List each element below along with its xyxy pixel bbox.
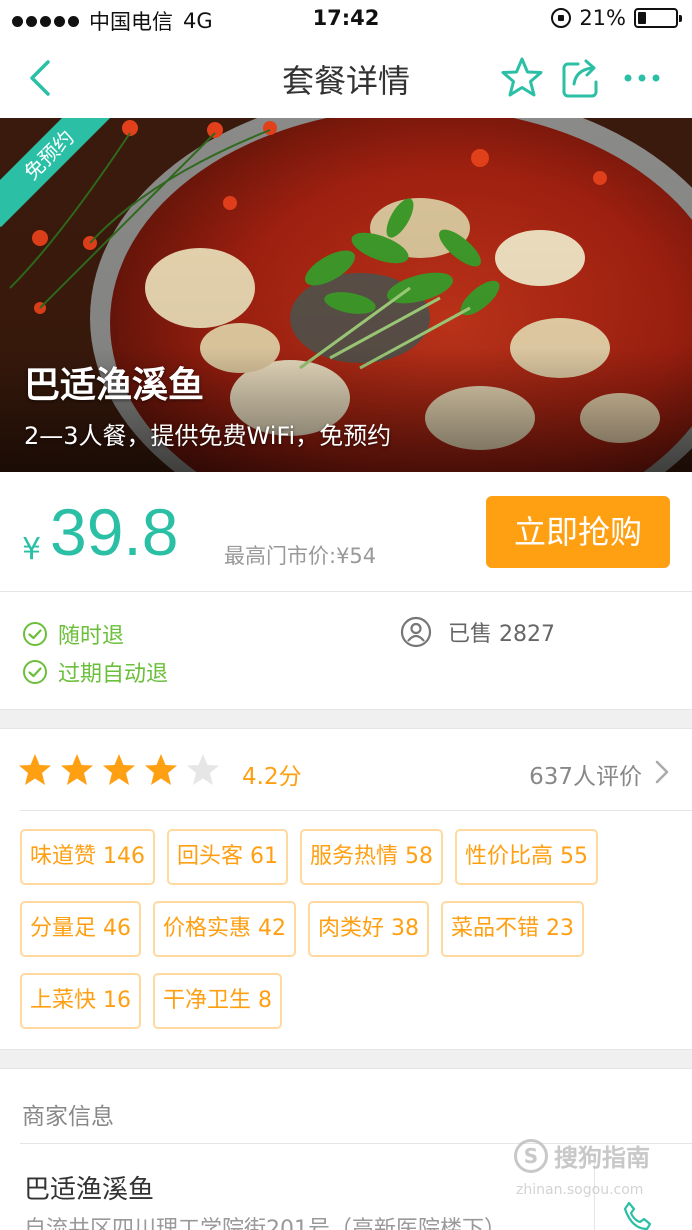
watermark-url: zhinan.sogou.com	[516, 1182, 644, 1198]
guarantee-auto-refund: 过期自动退	[22, 656, 168, 688]
chevron-right-icon[interactable]	[652, 759, 672, 785]
star-filled-icon	[145, 754, 177, 785]
review-tag[interactable]: 服务热情 58	[300, 829, 443, 885]
orientation-lock-icon	[551, 8, 572, 28]
sold-label: 已售 2827	[448, 622, 555, 647]
battery-percent: 21%	[579, 6, 626, 30]
review-count-link[interactable]: 637人评价	[529, 757, 642, 791]
star-filled-icon	[61, 754, 93, 785]
review-tag[interactable]: 性价比高 55	[455, 829, 598, 885]
status-right: 21%	[551, 6, 682, 30]
original-price: 最高门市价:¥54	[224, 544, 377, 568]
battery-icon	[634, 8, 682, 28]
review-tags: 味道赞 146 回头客 61 服务热情 58 性价比高 55 分量足 46 价格实惠 42…	[20, 829, 680, 1029]
star-filled-icon	[19, 754, 51, 785]
deal-title: 巴适渔溪鱼	[24, 365, 205, 406]
merchant-heading: 商家信息	[22, 1104, 114, 1130]
review-tag[interactable]: 上菜快 16	[20, 973, 141, 1029]
rating-score: 4.2分	[242, 764, 302, 790]
price-row: ¥ 39.8 最高门市价:¥54 立即抢购	[0, 472, 692, 592]
merchant-name[interactable]: 巴适渔溪鱼	[24, 1169, 154, 1206]
nav-bar: 套餐详情	[0, 38, 692, 118]
star-empty-icon	[187, 754, 219, 785]
guarantee-section: 随时退 过期自动退 已售 2827	[0, 592, 692, 710]
check-circle-icon	[23, 660, 47, 684]
sold-count: 已售 2827	[400, 616, 555, 648]
guarantee-label: 过期自动退	[58, 662, 169, 687]
deal-price: 39.8	[50, 495, 179, 569]
more-options-icon[interactable]	[620, 56, 664, 100]
rating-section: 4.2分 637人评价 味道赞 146 回头客 61 服务热情 58 性价比高 55 分…	[0, 728, 692, 1050]
buy-now-button[interactable]: 立即抢购	[486, 496, 670, 568]
merchant-address[interactable]: 自流井区四川理工学院街201号（高新医院楼下）	[24, 1211, 506, 1230]
divider	[20, 810, 692, 811]
share-icon[interactable]	[560, 56, 604, 100]
section-gap	[0, 710, 692, 728]
favorite-star-icon[interactable]	[500, 56, 544, 100]
guarantee-label: 随时退	[58, 624, 125, 649]
rating-stars	[18, 753, 220, 787]
currency-symbol: ¥	[22, 532, 42, 567]
guarantee-refund-anytime: 随时退	[22, 618, 124, 650]
section-gap	[0, 1050, 692, 1068]
review-tag[interactable]: 菜品不错 23	[441, 901, 584, 957]
sogou-logo-icon: S	[514, 1138, 548, 1173]
review-tag[interactable]: 价格实惠 42	[153, 901, 296, 957]
review-tag[interactable]: 肉类好 38	[308, 901, 429, 957]
review-tag[interactable]: 味道赞 146	[20, 829, 155, 885]
user-icon	[400, 616, 432, 648]
watermark: S 搜狗指南	[514, 1138, 650, 1173]
review-tag[interactable]: 干净卫生 8	[153, 973, 282, 1029]
review-tag[interactable]: 回头客 61	[167, 829, 288, 885]
check-circle-icon	[23, 622, 47, 646]
status-bar: 中国电信 4G 17:42 21%	[0, 0, 692, 38]
phone-icon[interactable]	[620, 1199, 654, 1230]
watermark-text: 搜狗指南	[554, 1144, 650, 1172]
deal-subtitle: 2—3人餐，提供免费WiFi，免预约	[24, 422, 392, 450]
star-filled-icon	[103, 754, 135, 785]
hero-image[interactable]: 免预约 巴适渔溪鱼 2—3人餐，提供免费WiFi，免预约	[0, 118, 692, 472]
rating-header[interactable]: 4.2分 637人评价	[0, 729, 692, 811]
review-tag[interactable]: 分量足 46	[20, 901, 141, 957]
